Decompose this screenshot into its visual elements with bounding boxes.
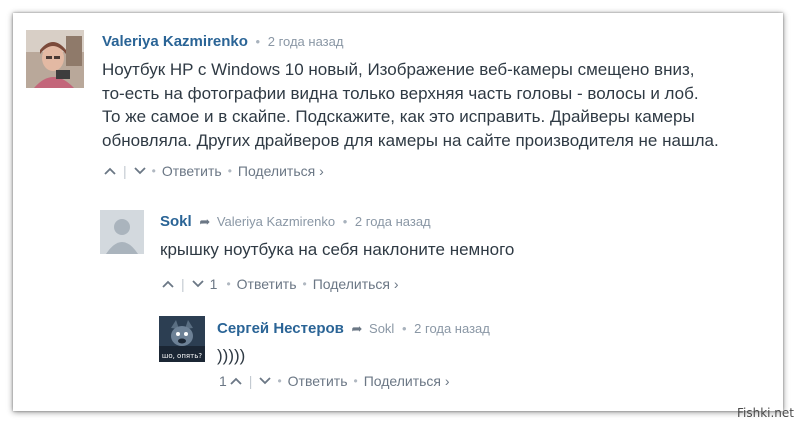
chevron-down-icon[interactable] (259, 374, 272, 389)
comment-meta: Sokl ➦ Valeriya Kazmirenko • 2 года наза… (160, 213, 431, 230)
reply-to-name[interactable]: Sokl (369, 321, 394, 336)
action-separator: • (151, 164, 156, 178)
avatar[interactable] (100, 210, 144, 254)
comment-meta: Сергей Нестеров ➦ Sokl • 2 года назад (217, 320, 490, 337)
watermark: Fishki.net (736, 406, 794, 420)
downvote-count: 1 (209, 276, 218, 292)
vote-separator: | (248, 373, 253, 389)
meta-separator: • (342, 214, 348, 229)
author-name[interactable]: Сергей Нестеров (217, 320, 344, 337)
avatar[interactable] (26, 30, 84, 88)
avatar[interactable]: шо, опять? (159, 316, 205, 362)
share-button[interactable]: Поделиться › (364, 373, 450, 389)
comment-actions: | 1 • Ответить • Поделиться › (162, 276, 399, 292)
upvote-count: 1 (219, 373, 227, 389)
reply-button[interactable]: Ответить (237, 276, 297, 292)
comment-meta: Valeriya Kazmirenko • 2 года назад (102, 33, 343, 50)
vote-separator: | (181, 276, 185, 292)
comment-text: ))))) (217, 346, 246, 365)
action-separator: • (226, 277, 231, 291)
meta-separator: • (401, 321, 407, 336)
comment-actions: 1 | • Ответить • Поделиться › (219, 373, 450, 389)
comment-sokl: Sokl ➦ Valeriya Kazmirenko • 2 года наза… (13, 193, 783, 303)
chevron-down-icon[interactable] (134, 164, 146, 179)
chevron-up-icon[interactable] (162, 277, 174, 292)
comment-thread: Valeriya Kazmirenko • 2 года назад Ноутб… (13, 13, 783, 411)
avatar-caption: шо, опять? (162, 352, 202, 360)
timestamp[interactable]: 2 года назад (268, 34, 344, 49)
timestamp[interactable]: 2 года назад (355, 214, 431, 229)
action-separator: • (302, 277, 307, 291)
chevron-down-icon[interactable] (192, 277, 204, 292)
comment-text: крышку ноутбука на себя наклоните немног… (160, 240, 515, 259)
action-separator: • (353, 374, 358, 388)
action-separator: • (227, 164, 232, 178)
author-name[interactable]: Sokl (160, 213, 192, 230)
action-separator: • (277, 374, 282, 388)
comment-text: Ноутбук HP с Windows 10 новый, Изображен… (102, 60, 719, 150)
comment-valeriya: Valeriya Kazmirenko • 2 года назад Ноутб… (13, 13, 783, 193)
reply-button[interactable]: Ответить (288, 373, 348, 389)
share-button[interactable]: Поделиться › (238, 163, 324, 179)
chevron-up-icon[interactable] (230, 374, 242, 389)
user-photo (26, 30, 84, 88)
author-name[interactable]: Valeriya Kazmirenko (102, 33, 248, 50)
chevron-up-icon[interactable] (104, 164, 116, 179)
share-button[interactable]: Поделиться › (313, 276, 399, 292)
default-avatar-icon (100, 210, 144, 254)
reply-to-name[interactable]: Valeriya Kazmirenko (217, 214, 335, 229)
timestamp[interactable]: 2 года назад (414, 321, 490, 336)
vote-separator: | (123, 163, 127, 179)
meta-separator: • (255, 34, 261, 49)
comment-sergey: шо, опять? Сергей Нестеров ➦ Sokl • 2 го… (13, 303, 783, 411)
reply-button[interactable]: Ответить (162, 163, 222, 179)
reply-arrow-icon: ➦ (351, 321, 363, 336)
reply-arrow-icon: ➦ (199, 214, 211, 229)
cartoon-wolf-avatar: шо, опять? (159, 316, 205, 362)
comment-actions: | • Ответить • Поделиться › (104, 163, 324, 179)
